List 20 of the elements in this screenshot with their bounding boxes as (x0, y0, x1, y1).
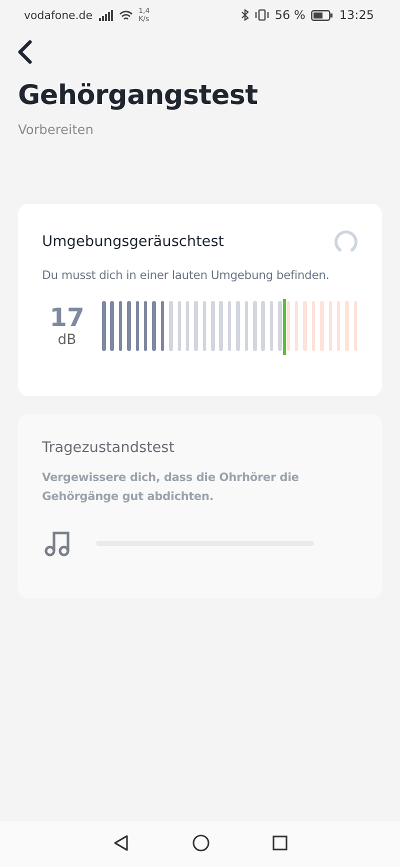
page-subtitle: Vorbereiten (18, 123, 94, 138)
decibel-reading: 17 (50, 304, 84, 332)
page-title: Gehörgangstest (18, 80, 258, 111)
card-title: Umgebungsgeräuschtest (42, 234, 224, 250)
battery-percent: 56 % (274, 8, 306, 22)
threshold-marker (283, 299, 286, 355)
battery-icon (311, 10, 334, 20)
carrier-name: vodafone.de (24, 8, 93, 22)
bluetooth-icon (240, 9, 249, 21)
card-title: Tragezustandstest (42, 440, 174, 456)
loading-spinner-icon (334, 230, 358, 254)
card-description: Vergewissere dich, dass die Ohrhörer die Gehörgänge gut abdichten. (42, 469, 300, 505)
vibrate-icon (254, 9, 269, 21)
decibel-unit: dB (58, 332, 76, 348)
clock-time: 13:25 (339, 8, 374, 22)
home-nav-button[interactable] (192, 834, 210, 854)
recents-nav-button[interactable] (272, 834, 288, 854)
card-description: Du musst dich in einer lauten Umgebung befinden. (42, 267, 330, 284)
signal-icon (98, 10, 113, 20)
wifi-icon (118, 10, 133, 20)
